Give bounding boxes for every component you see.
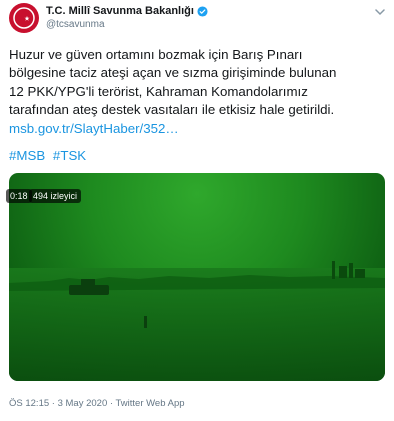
msb-logo-icon	[13, 7, 35, 29]
night-vision-scene	[9, 261, 385, 381]
account-handle[interactable]: @tcsavunma	[46, 19, 208, 30]
video-duration-badge: 0:18	[6, 189, 32, 203]
chevron-down-icon[interactable]	[374, 6, 386, 18]
tweet-source[interactable]: Twitter Web App	[116, 398, 185, 409]
avatar[interactable]	[9, 3, 39, 33]
hashtag-msb[interactable]: #MSB	[9, 148, 45, 163]
tweet-timestamp[interactable]: ÖS 12:15 · 3 May 2020	[9, 398, 107, 409]
account-name[interactable]: T.C. Millî Savunma Bakanlığı	[46, 5, 194, 17]
footer-separator: ·	[109, 398, 114, 409]
tweet-link[interactable]: msb.gov.tr/SlaytHaber/352…	[9, 121, 179, 136]
name-row: T.C. Millî Savunma Bakanlığı	[46, 5, 208, 17]
tweet-header: T.C. Millî Savunma Bakanlığı @tcsavunma	[46, 5, 208, 30]
hashtag-tsk[interactable]: #TSK	[53, 148, 86, 163]
video-views-badge: 494 izleyici	[29, 189, 82, 203]
hashtags: #MSB #TSK	[9, 147, 90, 165]
verified-badge-icon	[197, 5, 208, 17]
tweet-footer: ÖS 12:15 · 3 May 2020 · Twitter Web App	[9, 398, 185, 409]
tweet-text: Huzur ve güven ortamını bozmak için Barı…	[9, 46, 389, 138]
tweet-card: T.C. Millî Savunma Bakanlığı @tcsavunma …	[0, 0, 394, 421]
tweet-body: Huzur ve güven ortamını bozmak için Barı…	[9, 47, 337, 118]
video-player[interactable]	[9, 173, 385, 381]
